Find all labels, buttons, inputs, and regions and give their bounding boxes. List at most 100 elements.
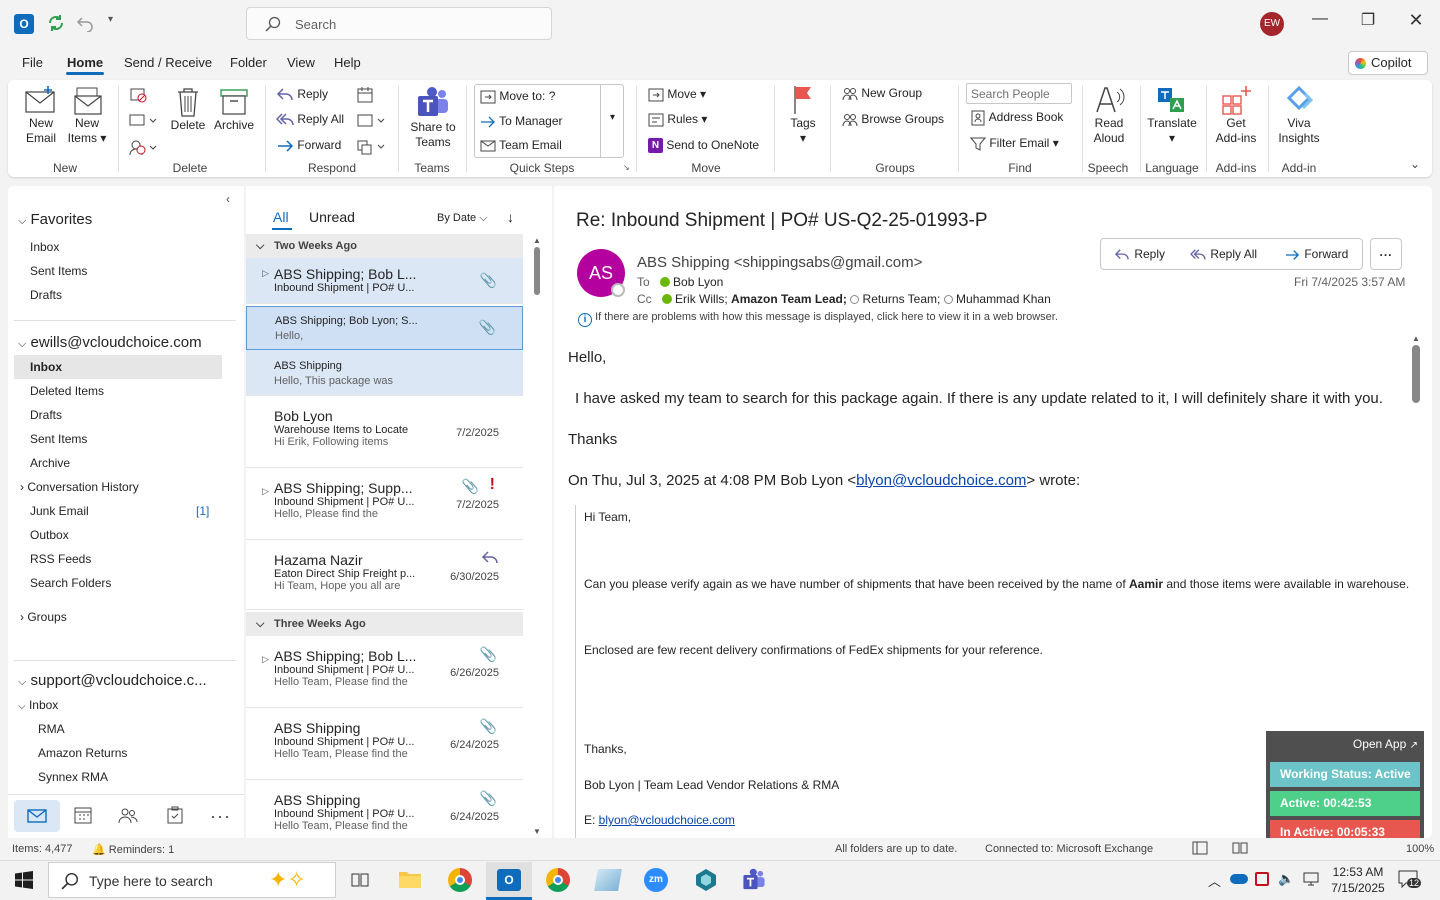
folder-amazon-returns[interactable]: Amazon Returns [38, 746, 127, 760]
calendar-module-icon[interactable] [74, 806, 92, 824]
group-header-three-weeks[interactable]: ⌵ Three Weeks Ago [246, 612, 523, 636]
send-to-onenote-button[interactable]: N Send to OneNote [648, 138, 759, 154]
outlook-taskbar-icon[interactable]: O [486, 862, 532, 900]
volume-icon[interactable]: 🔈 [1278, 871, 1294, 887]
teams-taskbar-icon[interactable] [741, 868, 767, 892]
delete-button[interactable]: Delete [168, 86, 208, 133]
sender-name[interactable]: ABS Shipping <shippingsabs@gmail.com> [637, 254, 922, 271]
zoom-level[interactable]: 100% [1406, 843, 1434, 855]
more-apps-icon[interactable]: ··· [210, 806, 231, 827]
list-item[interactable]: ▷ ABS Shipping; Bob L... Inbound Shipmen… [246, 638, 523, 708]
list-item-selected[interactable]: ABS Shipping; Bob Lyon; S... Hello, 📎 [246, 306, 523, 350]
scroll-down-icon[interactable]: ▼ [532, 827, 542, 836]
tab-folder[interactable]: Folder [230, 55, 267, 70]
favorites-header[interactable]: ⌵ Favorites [18, 211, 92, 228]
app-hex-icon[interactable] [694, 868, 718, 892]
more-respond-icon[interactable] [356, 138, 388, 156]
scroll-thumb[interactable] [534, 247, 540, 295]
mail-module-icon[interactable] [14, 800, 60, 832]
undo-icon[interactable] [76, 14, 94, 32]
reply-ribbon-button[interactable]: Reply [276, 87, 328, 103]
taskbar-search[interactable]: Type here to search ✦✧ [48, 862, 336, 898]
folder-archive[interactable]: Archive [30, 456, 70, 470]
get-addins-button[interactable]: Get Add-ins [1212, 84, 1260, 146]
search-box[interactable]: Search [246, 7, 552, 40]
windows-start-icon[interactable] [15, 871, 33, 889]
viva-insights-button[interactable]: Viva Insights [1274, 84, 1324, 146]
archive-button[interactable]: Archive [212, 86, 256, 133]
browse-groups-button[interactable]: Browse Groups [842, 112, 944, 127]
restore-icon[interactable]: ❐ [1353, 10, 1383, 38]
show-hidden-icons[interactable]: ︿ [1208, 871, 1221, 890]
network-icon[interactable] [1303, 872, 1319, 886]
filter-email-button[interactable]: Filter Email ▾ [970, 136, 1059, 152]
sort-by-dropdown[interactable]: By Date ⌵ [437, 212, 488, 225]
cc-recipient[interactable]: Erik Wills; [675, 292, 728, 306]
tab-file[interactable]: File [22, 55, 43, 70]
reply-all-button[interactable]: Reply All [1177, 238, 1272, 270]
quote-email-link[interactable]: blyon@vcloudchoice.com [856, 472, 1026, 489]
open-app-button[interactable]: Open App ↗ [1353, 737, 1418, 751]
minimize-icon[interactable]: — [1305, 10, 1335, 38]
copilot-button[interactable]: Copilot [1348, 51, 1428, 75]
app-icon[interactable] [594, 869, 622, 891]
list-item[interactable]: ABS Shipping Inbound Shipment | PO# U...… [246, 710, 523, 780]
reminders[interactable]: 🔔 Reminders: 1 [92, 843, 174, 856]
folder-search-folders[interactable]: Search Folders [30, 576, 111, 590]
tab-send-receive[interactable]: Send / Receive [124, 55, 212, 70]
search-people-input[interactable]: Search People [966, 83, 1072, 104]
im-icon[interactable] [356, 112, 388, 130]
sync-icon[interactable] [46, 13, 66, 33]
tab-home[interactable]: Home [67, 55, 103, 70]
ribbon-collapse-icon[interactable]: ⌄ [1410, 157, 1420, 171]
reading-view-icon[interactable] [1232, 841, 1248, 855]
folder-rss-feeds[interactable]: RSS Feeds [30, 552, 91, 566]
read-aloud-button[interactable]: Read Aloud [1090, 84, 1128, 146]
folder-junk-email[interactable]: Junk Email [30, 504, 89, 518]
folder-rma[interactable]: RMA [38, 722, 65, 736]
acc2-inbox[interactable]: ⌵ Inbox [18, 698, 58, 712]
fav-drafts[interactable]: Drafts [30, 288, 62, 302]
groups-header[interactable]: › Groups [20, 610, 67, 624]
group-header-two-weeks[interactable]: ⌵ Two Weeks Ago [246, 234, 523, 258]
notification-icon[interactable]: 12 [1398, 870, 1422, 888]
rules-button[interactable]: Rules ▾ [648, 112, 707, 127]
normal-view-icon[interactable] [1192, 841, 1208, 855]
list-item[interactable]: Hazama Nazir Eaton Direct Ship Freight p… [246, 542, 523, 610]
reply-button[interactable]: Reply [1100, 238, 1178, 270]
dialog-launcher-icon[interactable]: ↘ [623, 163, 630, 172]
list-item[interactable]: ABS Shipping Inbound Shipment | PO# U...… [246, 782, 523, 838]
more-actions-button[interactable]: ... [1370, 238, 1402, 270]
scroll-thumb[interactable] [1412, 345, 1420, 403]
people-module-icon[interactable] [118, 806, 138, 824]
expand-thread-icon[interactable]: ▷ [262, 486, 269, 497]
new-email-button[interactable]: New Email [24, 86, 58, 146]
collapse-pane-icon[interactable]: ‹ [226, 192, 230, 206]
account2-header[interactable]: ⌵ support@vcloudchoice.c... [18, 672, 207, 689]
cc-recipient[interactable]: Amazon Team Lead; [731, 292, 847, 306]
tab-all[interactable]: All [273, 209, 289, 225]
folder-deleted-items[interactable]: Deleted Items [30, 384, 104, 398]
folder-synnex-rma[interactable]: Synnex RMA [38, 770, 108, 784]
list-item[interactable]: ▷ ABS Shipping; Supp... Inbound Shipment… [246, 470, 523, 540]
tray-app-icon[interactable] [1255, 872, 1269, 886]
tasks-module-icon[interactable] [166, 806, 184, 824]
tab-view[interactable]: View [287, 55, 315, 70]
close-icon[interactable]: ✕ [1401, 10, 1431, 38]
clock[interactable]: 12:53 AM 7/15/2025 [1328, 864, 1388, 896]
tab-help[interactable]: Help [334, 55, 361, 70]
quickstep-move-to[interactable]: Move to: ? [480, 89, 555, 104]
task-view-icon[interactable] [350, 871, 370, 889]
junk-icon[interactable] [128, 138, 158, 156]
account-header[interactable]: ⌵ ewills@vcloudchoice.com [18, 334, 202, 351]
folder-sent-items[interactable]: Sent Items [30, 432, 87, 446]
tab-unread[interactable]: Unread [309, 209, 355, 225]
folder-inbox[interactable]: Inbox [30, 360, 62, 374]
list-scrollbar[interactable]: ▲ ▼ [532, 236, 542, 836]
new-group-button[interactable]: New Group [842, 86, 922, 101]
quick-steps-scroll[interactable]: ▾ [600, 84, 624, 158]
info-bar[interactable]: i If there are problems with how this me… [578, 311, 1058, 327]
forward-ribbon-button[interactable]: Forward [276, 138, 341, 154]
tags-button[interactable]: Tags ▾ [786, 84, 820, 146]
scroll-up-icon[interactable]: ▲ [1410, 334, 1422, 343]
